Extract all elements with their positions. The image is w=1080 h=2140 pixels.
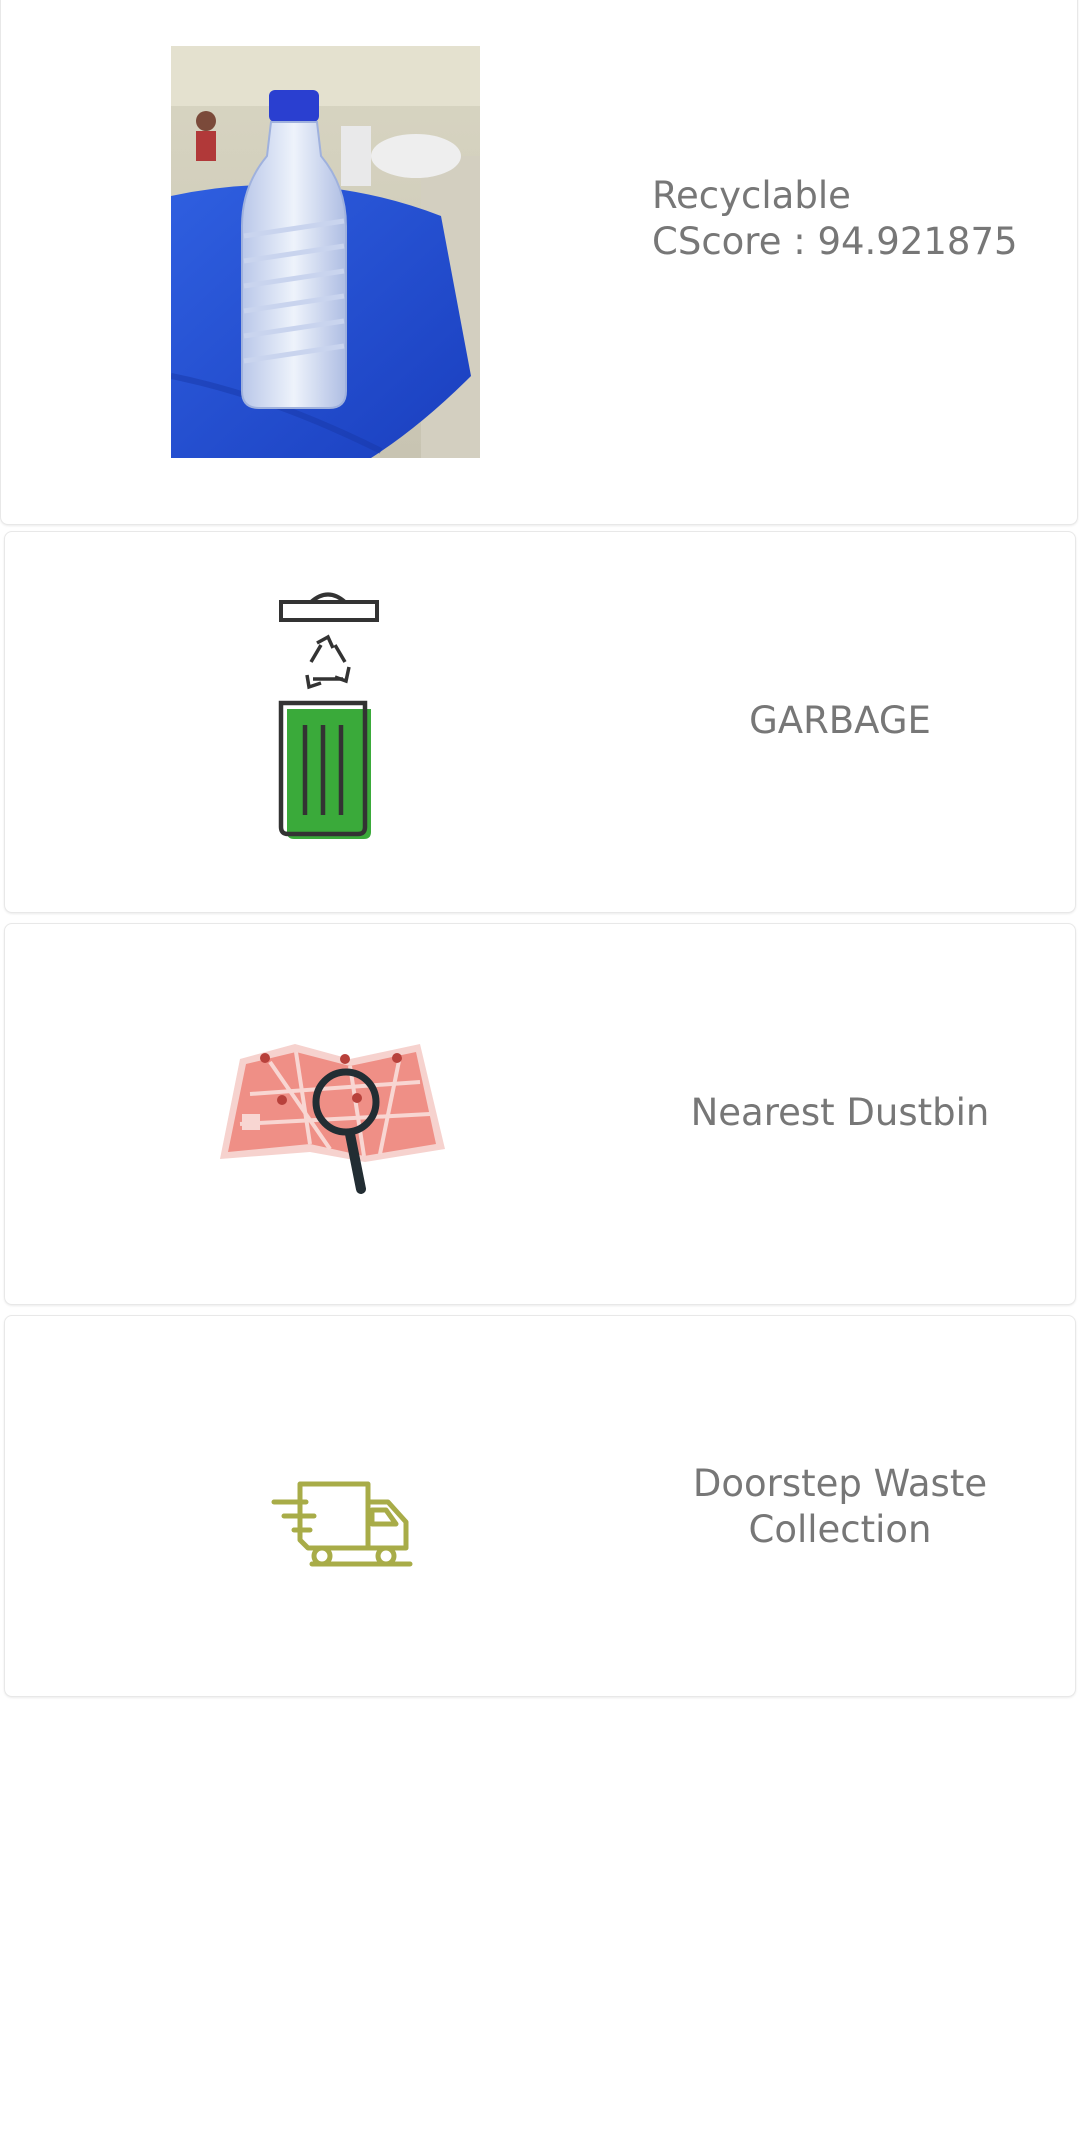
classification-type: Recyclable [652,174,851,217]
garbage-label: GARBAGE [749,699,931,742]
garbage-card[interactable]: GARBAGE [4,531,1076,913]
bottle-photo [170,46,480,458]
classification-score: CScore : 94.921875 [652,220,1018,263]
doorstep-collection-label: Doorstep Waste Collection [645,1461,1035,1553]
delivery-truck-icon [270,1476,420,1571]
nearest-dustbin-label: Nearest Dustbin [690,1091,990,1134]
doorstep-label-line1: Doorstep Waste [692,1462,988,1505]
map-search-icon [210,1024,450,1204]
classification-label: Recyclable CScore : 94.921875 [652,173,1052,265]
doorstep-label-line2: Collection [748,1508,932,1551]
doorstep-collection-card[interactable]: Doorstep Waste Collection [4,1315,1076,1697]
result-card: Recyclable CScore : 94.921875 [0,0,1078,525]
nearest-dustbin-card[interactable]: Nearest Dustbin [4,923,1076,1305]
recycle-bin-icon [273,587,383,847]
